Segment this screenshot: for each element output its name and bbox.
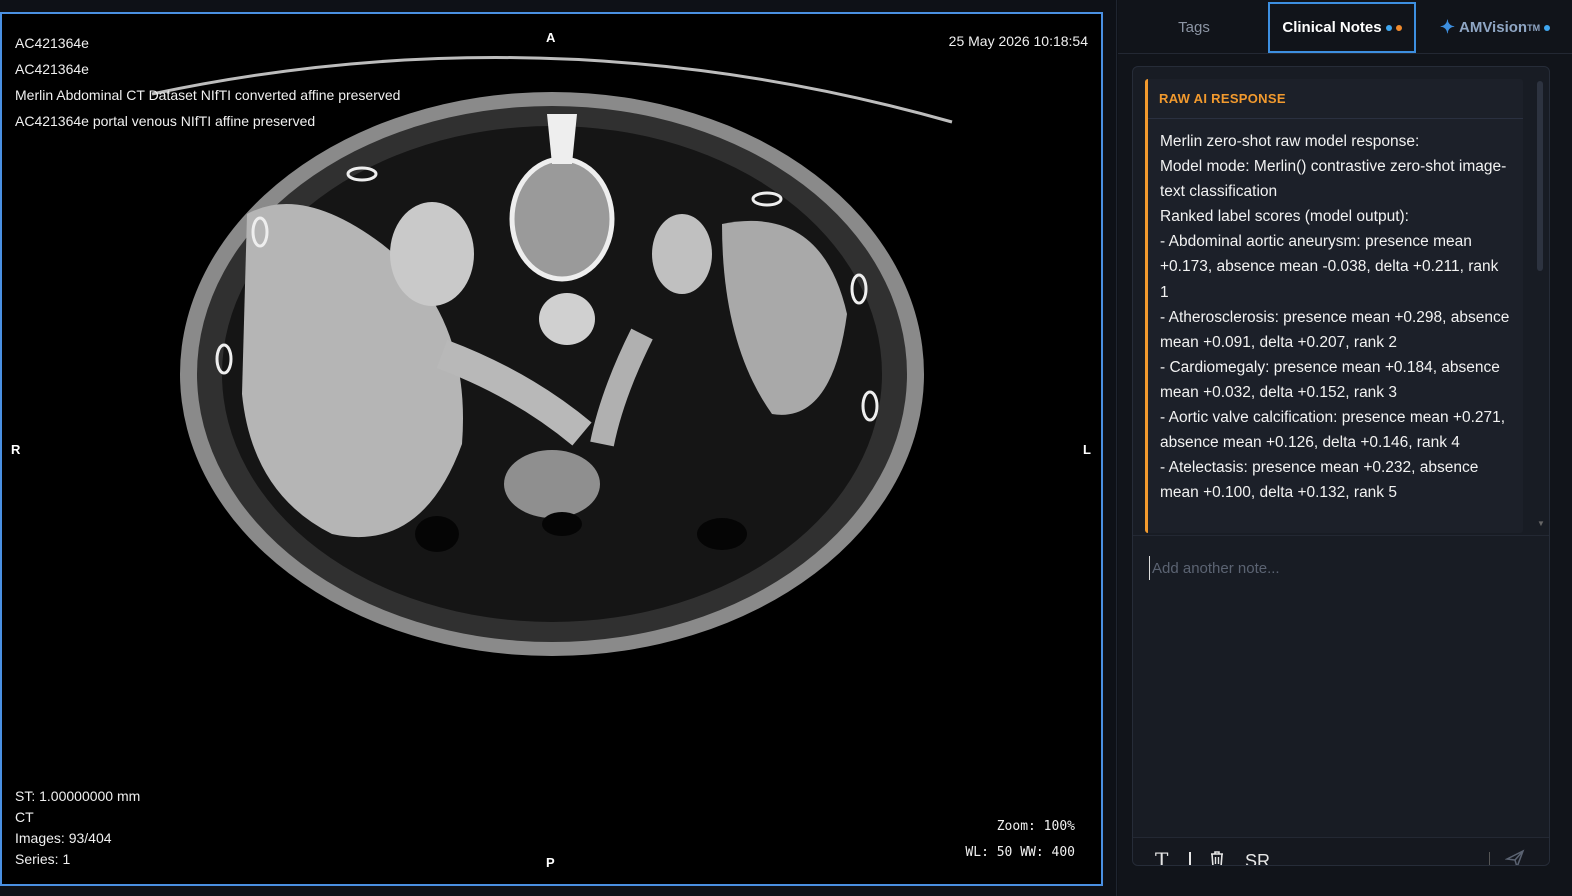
- response-line: Ranked label scores (model output):: [1160, 208, 1409, 226]
- patient-info-overlay: AC421364e AC421364e Merlin Abdominal CT …: [15, 30, 400, 134]
- panel-divider: [1103, 0, 1117, 896]
- tab-clinical-notes[interactable]: Clinical Notes: [1268, 2, 1416, 53]
- response-line: Model mode: Merlin() contrastive zero-sh…: [1160, 158, 1507, 201]
- text-format-icon[interactable]: T: [1155, 848, 1168, 865]
- toolbar-divider: [1189, 852, 1191, 865]
- series-description: AC421364e portal venous NIfTI affine pre…: [15, 113, 316, 129]
- trademark-mark: TM: [1527, 22, 1541, 33]
- send-icon[interactable]: [1504, 849, 1525, 865]
- tab-clinical-notes-label: Clinical Notes: [1282, 19, 1382, 36]
- response-line: - Aortic valve calcification: presence m…: [1160, 409, 1506, 452]
- orientation-left: L: [1083, 442, 1091, 457]
- modality: CT: [15, 809, 34, 825]
- tab-tags[interactable]: Tags: [1144, 2, 1244, 53]
- study-timestamp: 25 May 2026 10:18:54: [948, 33, 1088, 49]
- note-toolbar: T SR: [1133, 837, 1549, 865]
- note-input-area: [1133, 535, 1549, 837]
- scan-info-overlay: ST: 1.00000000 mm CT Images: 93/404 Seri…: [15, 786, 140, 870]
- study-description: Merlin Abdominal CT Dataset NIfTI conver…: [15, 87, 401, 103]
- scroll-down-arrow-icon[interactable]: ▼: [1537, 519, 1545, 528]
- status-dot-blue: [1544, 24, 1551, 31]
- ai-response-card: RAW AI RESPONSE Merlin zero-shot raw mod…: [1145, 79, 1523, 533]
- add-note-input[interactable]: [1149, 556, 1529, 580]
- ct-scan-image: [151, 56, 953, 656]
- orientation-anterior: A: [546, 30, 556, 45]
- clinical-notes-box: RAW AI RESPONSE Merlin zero-shot raw mod…: [1132, 66, 1550, 866]
- slice-thickness: ST: 1.00000000 mm: [15, 788, 141, 804]
- orientation-posterior: P: [546, 855, 555, 870]
- zoom-level: Zoom: 100%: [996, 819, 1075, 834]
- status-dot-orange: [1395, 24, 1402, 31]
- sparkle-icon: ✦: [1439, 17, 1455, 37]
- tab-amvision[interactable]: ✦ AMVision TM: [1422, 2, 1568, 53]
- image-index: Images: 93/404: [15, 830, 112, 846]
- patient-id: AC421364e: [15, 35, 89, 51]
- toolbar-divider: [1489, 852, 1490, 865]
- orientation-right: R: [11, 442, 21, 457]
- tab-amvision-label: AMVision: [1459, 19, 1528, 36]
- structured-report-button[interactable]: SR: [1245, 851, 1270, 865]
- response-line: Merlin zero-shot raw model response:: [1160, 133, 1420, 150]
- response-line: - Abdominal aortic aneurysm: presence me…: [1160, 233, 1499, 301]
- panel-tabs: Tags Clinical Notes ✦ AMVision TM: [1118, 0, 1572, 54]
- accession-id: AC421364e: [15, 61, 89, 77]
- status-dot-blue: [1385, 24, 1392, 31]
- response-line: - Cardiomegaly: presence mean +0.184, ab…: [1160, 358, 1500, 401]
- display-info-overlay: Zoom: 100% WL: 50 WW: 400: [965, 814, 1075, 866]
- response-line: - Atherosclerosis: presence mean +0.298,…: [1160, 308, 1510, 351]
- series-number: Series: 1: [15, 851, 71, 867]
- side-panel: Tags Clinical Notes ✦ AMVision TM RAW AI …: [1118, 0, 1572, 896]
- scrollbar-thumb[interactable]: [1537, 81, 1543, 271]
- tab-tags-label: Tags: [1178, 19, 1210, 36]
- ai-response-header: RAW AI RESPONSE: [1148, 79, 1523, 119]
- trash-icon[interactable]: [1209, 850, 1225, 865]
- notes-scrollbar[interactable]: [1537, 81, 1543, 531]
- response-line: - Atelectasis: presence mean +0.232, abs…: [1160, 459, 1479, 502]
- image-viewport[interactable]: AC421364e AC421364e Merlin Abdominal CT …: [0, 12, 1103, 886]
- ai-response-body: Merlin zero-shot raw model response: Mod…: [1148, 119, 1523, 505]
- window-level: WL: 50 WW: 400: [965, 845, 1075, 860]
